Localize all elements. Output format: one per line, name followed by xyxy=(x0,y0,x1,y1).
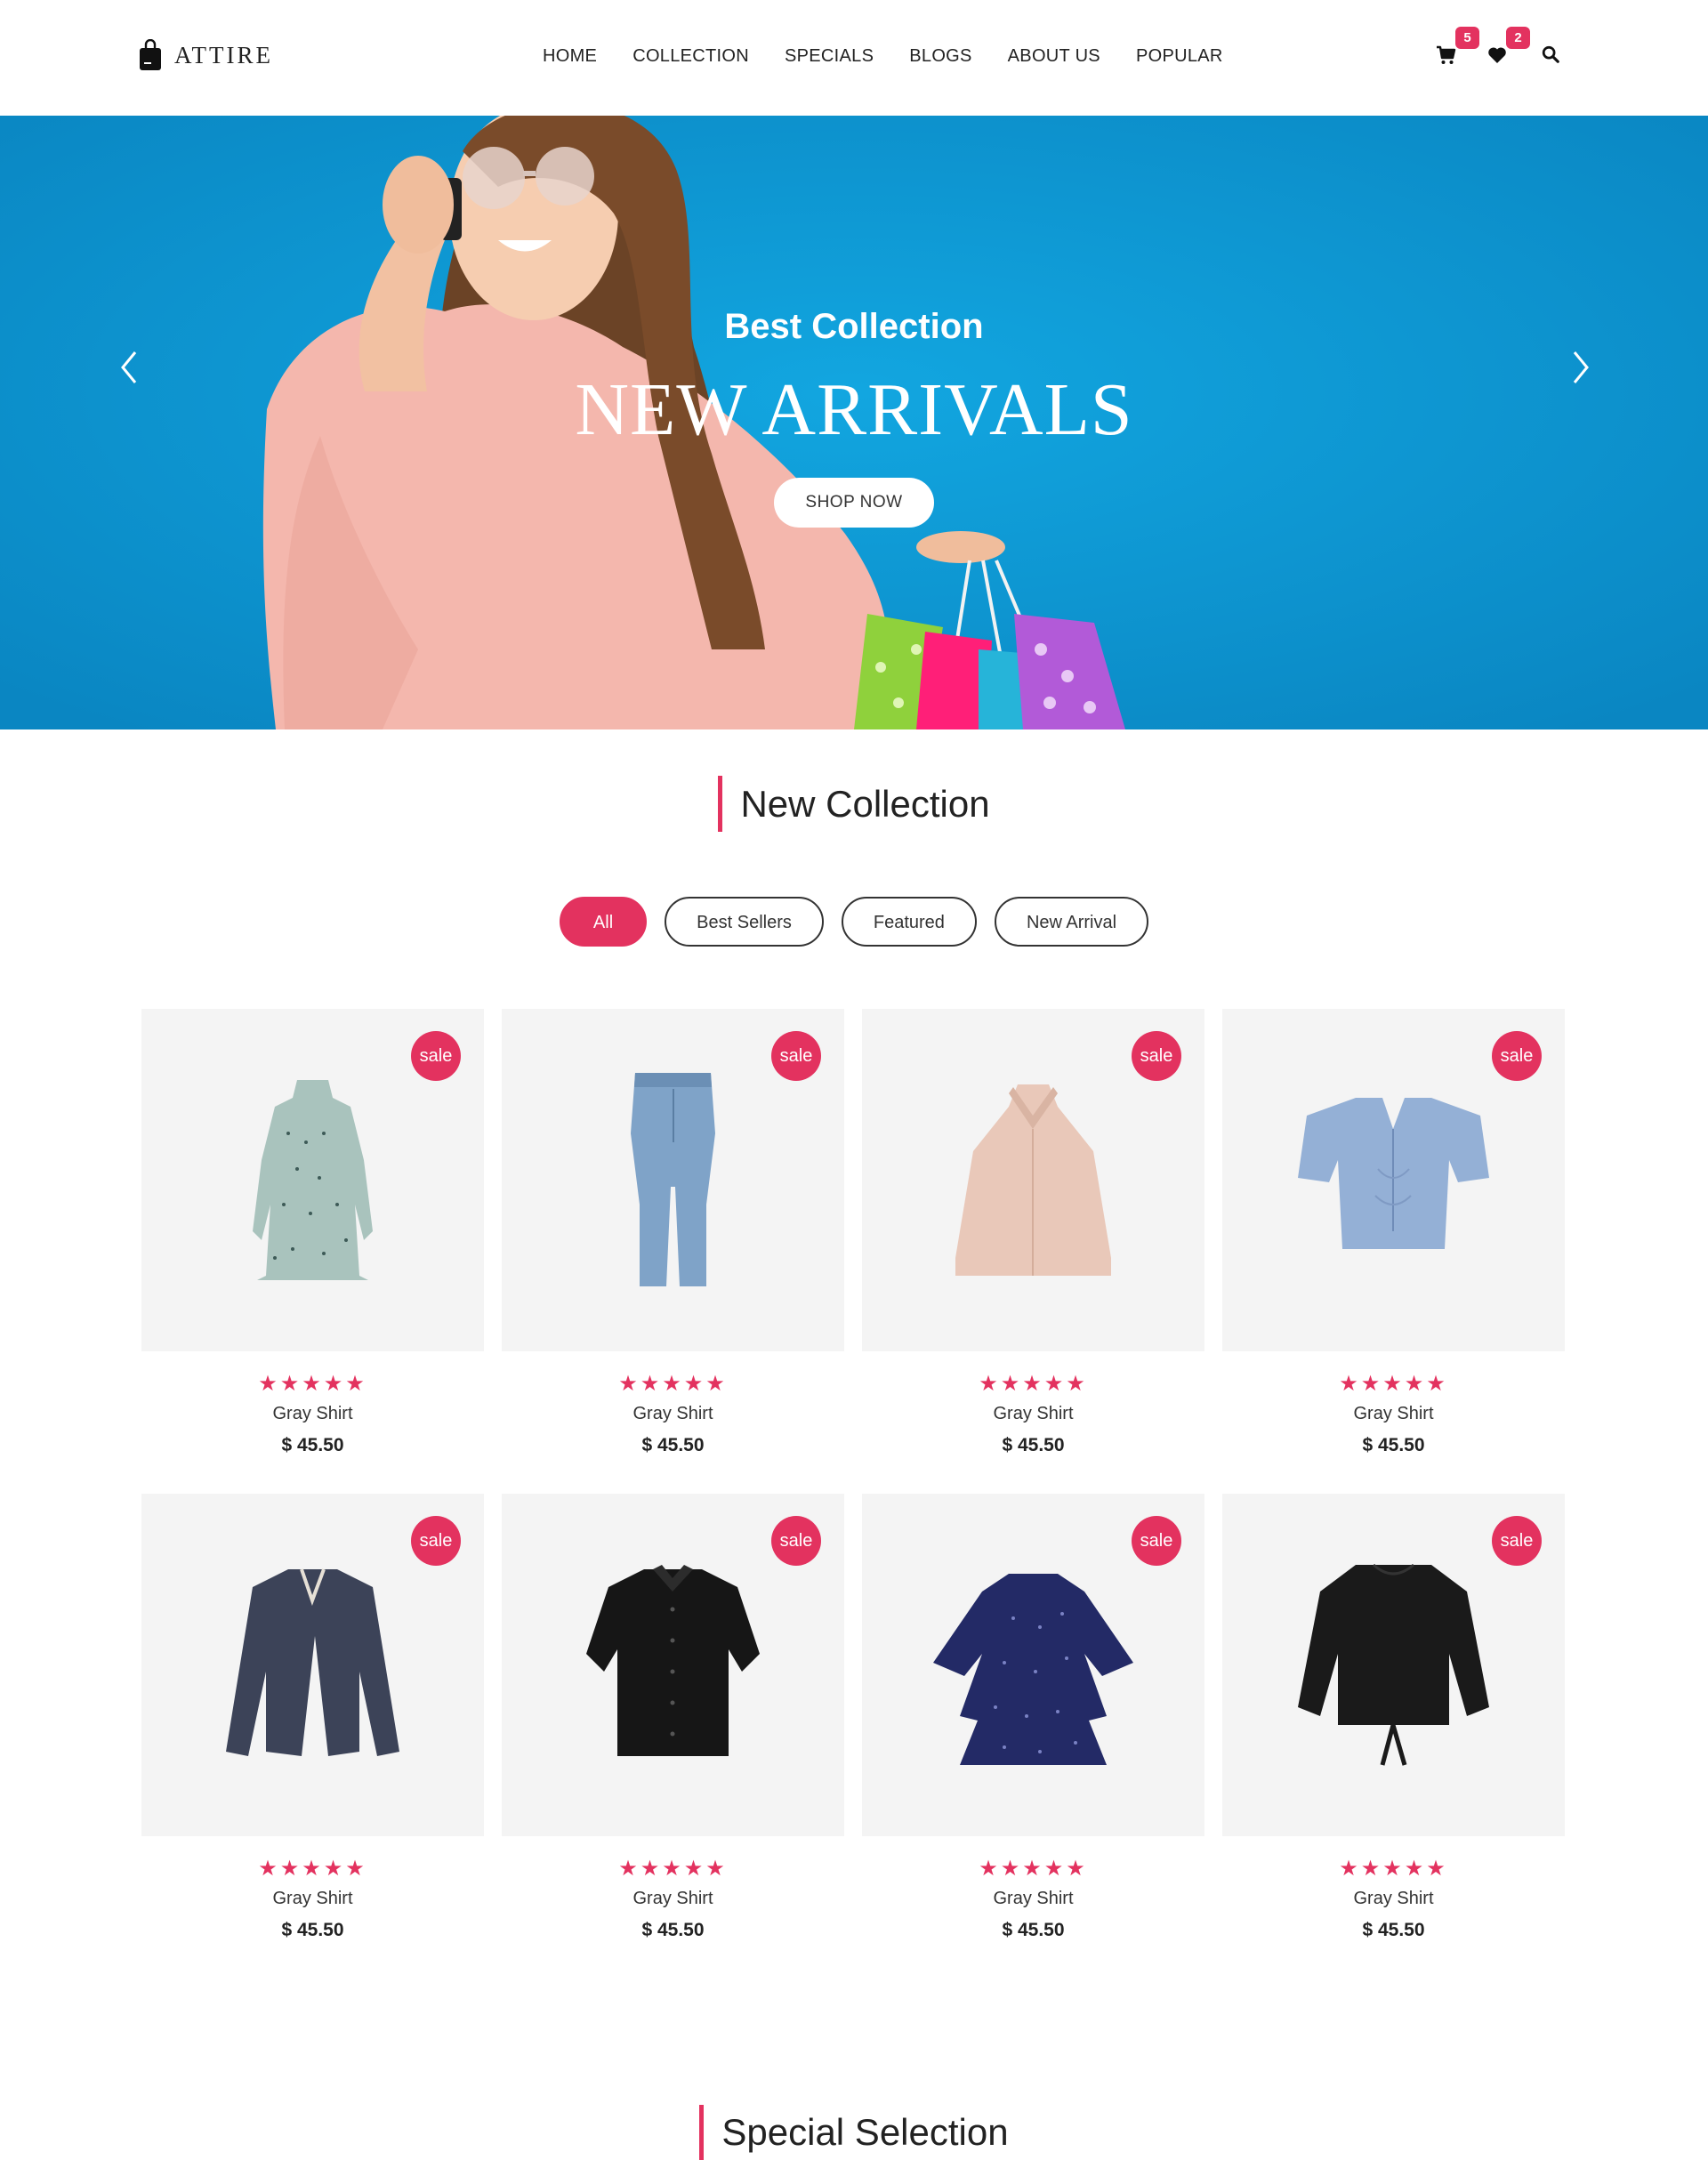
main-nav: HOME COLLECTION SPECIALS BLOGS ABOUT US … xyxy=(543,46,1259,67)
special-selection-heading: Special Selection xyxy=(0,2105,1708,2160)
site-header: ATTIRE HOME COLLECTION SPECIALS BLOGS AB… xyxy=(0,0,1708,116)
brand-logo[interactable]: ATTIRE xyxy=(139,39,273,71)
product-image[interactable]: sale xyxy=(862,1009,1204,1351)
product-card[interactable]: sale ★★★★★ Gray Shirt $ 45.50 xyxy=(502,1009,844,1494)
product-name[interactable]: Gray Shirt xyxy=(141,1404,484,1424)
nav-specials[interactable]: SPECIALS xyxy=(785,46,874,67)
new-collection-heading: New Collection xyxy=(0,776,1708,832)
heart-icon xyxy=(1488,47,1506,63)
product-image[interactable]: sale xyxy=(502,1494,844,1836)
nav-collection[interactable]: COLLECTION xyxy=(632,46,749,67)
product-price: $ 45.50 xyxy=(1002,1435,1065,1455)
filter-best-sellers[interactable]: Best Sellers xyxy=(665,897,824,947)
sale-badge: sale xyxy=(1132,1031,1181,1081)
shop-now-button[interactable]: SHOP NOW xyxy=(774,478,934,528)
sale-badge: sale xyxy=(771,1031,821,1081)
product-card[interactable]: sale ★★★★★ Gray Shirt $ 45.50 xyxy=(141,1009,484,1494)
header-actions: 5 2 xyxy=(1436,27,1569,71)
sale-badge: sale xyxy=(411,1516,461,1566)
product-name[interactable]: Gray Shirt xyxy=(502,1404,844,1424)
filter-new-arrival[interactable]: New Arrival xyxy=(994,897,1149,947)
nav-about-us[interactable]: ABOUT US xyxy=(1008,46,1100,67)
product-image[interactable]: sale xyxy=(1222,1494,1565,1836)
product-card[interactable]: sale ★★★★★ Gray Shirt $ 45.50 xyxy=(1222,1009,1565,1494)
product-name[interactable]: Gray Shirt xyxy=(862,1404,1204,1424)
product-image[interactable]: sale xyxy=(141,1494,484,1836)
product-card[interactable]: sale ★★★★★ Gray Shirt $ 45.50 xyxy=(141,1494,484,1979)
product-name[interactable]: Gray Shirt xyxy=(1222,1889,1565,1909)
search-button[interactable] xyxy=(1541,44,1566,69)
star-rating: ★★★★★ xyxy=(979,1857,1088,1881)
product-image[interactable]: sale xyxy=(862,1494,1204,1836)
product-image[interactable]: sale xyxy=(141,1009,484,1351)
star-rating: ★★★★★ xyxy=(618,1372,728,1396)
product-name[interactable]: Gray Shirt xyxy=(1222,1404,1565,1424)
cart-icon xyxy=(1437,45,1456,64)
product-name[interactable]: Gray Shirt xyxy=(141,1889,484,1909)
product-price: $ 45.50 xyxy=(1362,1920,1425,1940)
product-name[interactable]: Gray Shirt xyxy=(502,1889,844,1909)
nav-blogs[interactable]: BLOGS xyxy=(909,46,971,67)
product-price: $ 45.50 xyxy=(641,1920,705,1940)
hero-title: NEW ARRIVALS xyxy=(575,368,1133,451)
product-price: $ 45.50 xyxy=(641,1435,705,1455)
wishlist-count-badge: 2 xyxy=(1506,27,1530,49)
product-price: $ 45.50 xyxy=(281,1435,344,1455)
shopping-bag-icon xyxy=(140,39,161,70)
star-rating: ★★★★★ xyxy=(1339,1372,1448,1396)
brand-name: ATTIRE xyxy=(174,41,273,69)
product-card[interactable]: sale ★★★★★ Gray Shirt $ 45.50 xyxy=(1222,1494,1565,1979)
star-rating: ★★★★★ xyxy=(258,1372,367,1396)
sale-badge: sale xyxy=(1492,1031,1542,1081)
heading-accent-bar xyxy=(718,776,723,832)
product-card[interactable]: sale ★★★★★ Gray Shirt $ 45.50 xyxy=(502,1494,844,1979)
sale-badge: sale xyxy=(771,1516,821,1566)
section-title: Special Selection xyxy=(721,2111,1009,2153)
product-price: $ 45.50 xyxy=(1002,1920,1065,1940)
sale-badge: sale xyxy=(411,1031,461,1081)
product-image[interactable]: sale xyxy=(502,1009,844,1351)
hero-banner: Best Collection NEW ARRIVALS SHOP NOW xyxy=(0,116,1708,729)
sale-badge: sale xyxy=(1132,1516,1181,1566)
search-icon xyxy=(1542,45,1559,63)
filter-all[interactable]: All xyxy=(559,897,648,947)
star-rating: ★★★★★ xyxy=(1339,1857,1448,1881)
product-name[interactable]: Gray Shirt xyxy=(862,1889,1204,1909)
section-title: New Collection xyxy=(740,782,990,825)
cart-button[interactable]: 5 xyxy=(1436,27,1479,69)
nav-home[interactable]: HOME xyxy=(543,46,597,67)
sale-badge: sale xyxy=(1492,1516,1542,1566)
product-price: $ 45.50 xyxy=(281,1920,344,1940)
star-rating: ★★★★★ xyxy=(258,1857,367,1881)
heading-accent-bar xyxy=(699,2105,705,2160)
filter-featured[interactable]: Featured xyxy=(841,897,977,947)
product-card[interactable]: sale ★★★★★ Gray Shirt $ 45.50 xyxy=(862,1494,1204,1979)
wishlist-button[interactable]: 2 xyxy=(1486,27,1530,69)
hero-text-block: Best Collection NEW ARRIVALS SHOP NOW xyxy=(0,307,1708,528)
nav-popular[interactable]: POPULAR xyxy=(1136,46,1223,67)
collection-filter-tabs: All Best Sellers Featured New Arrival xyxy=(0,897,1708,947)
product-price: $ 45.50 xyxy=(1362,1435,1425,1455)
hero-subtitle: Best Collection xyxy=(724,307,984,346)
product-image[interactable]: sale xyxy=(1222,1009,1565,1351)
product-grid: sale ★★★★★ Gray Shirt $ 45.50 sale ★★★★★… xyxy=(141,1009,1567,1979)
star-rating: ★★★★★ xyxy=(979,1372,1088,1396)
star-rating: ★★★★★ xyxy=(618,1857,728,1881)
cart-count-badge: 5 xyxy=(1455,27,1479,49)
product-card[interactable]: sale ★★★★★ Gray Shirt $ 45.50 xyxy=(862,1009,1204,1494)
